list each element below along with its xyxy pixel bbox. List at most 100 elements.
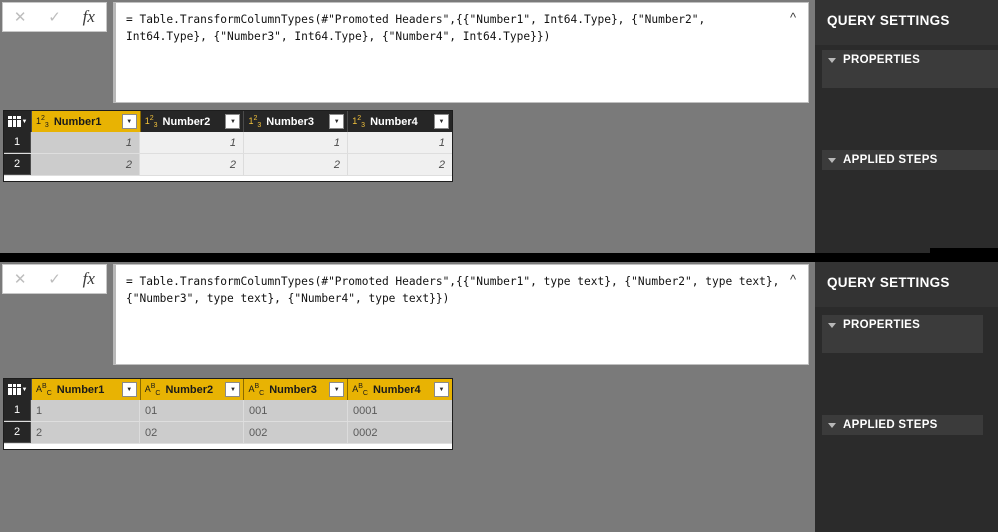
editor-panel-top: ✕ ✓ fx = Table.TransformColumnTypes(#"Pr… [0,0,998,253]
row-number: 1 [4,400,31,421]
filter-dropdown-icon[interactable]: ▼ [225,382,241,397]
grid-header-row: ▼ 123 Number1 ▼ 123 Number2 ▼ 123 Number… [4,111,452,132]
text-type-icon: ABC [352,382,368,397]
filter-dropdown-icon[interactable]: ▼ [121,114,137,129]
cell[interactable]: 0001 [348,400,452,421]
cell[interactable]: 0002 [348,422,452,443]
fx-icon[interactable]: fx [75,266,103,292]
column-header-number3[interactable]: ABC Number3 ▼ [244,379,349,400]
cell[interactable]: 001 [243,400,348,421]
column-header-number4[interactable]: ABC Number4 ▼ [348,379,452,400]
text-type-icon: ABC [248,382,265,397]
query-settings-title: QUERY SETTINGS [827,13,950,28]
properties-section-header[interactable]: PROPERTIES [822,315,920,335]
filter-dropdown-icon[interactable]: ▼ [329,114,345,129]
column-header-number1[interactable]: 123 Number1 ▼ [32,111,141,132]
row-number: 1 [4,132,31,153]
column-name: Number4 [370,115,418,128]
column-name: Number1 [56,383,105,396]
collapse-triangle-icon[interactable] [828,423,836,428]
collapse-triangle-icon[interactable] [828,158,836,163]
properties-section-header[interactable]: PROPERTIES [822,50,920,70]
cell[interactable]: 1 [31,400,140,421]
properties-label: PROPERTIES [843,54,921,66]
column-header-number2[interactable]: ABC Number2 ▼ [140,379,245,400]
query-settings-panel-bottom: QUERY SETTINGS PROPERTIES Name Sheet1 Al… [815,262,998,532]
cell[interactable]: 2 [31,154,140,175]
applied-steps-label: APPLIED STEPS [843,419,938,431]
column-name: Number4 [372,383,421,396]
number-type-icon: 123 [36,114,49,129]
panel-separator [0,253,930,262]
formula-text: = Table.TransformColumnTypes(#"Promoted … [126,13,712,43]
grid-bottom-edge [4,444,452,449]
number-type-icon: 123 [248,114,262,129]
fx-icon[interactable]: fx [75,4,103,30]
table-row[interactable]: 1 1 1 1 1 [4,132,452,154]
cell[interactable]: 1 [348,132,452,153]
formula-bar-buttons-bottom: ✕ ✓ fx [2,264,107,294]
collapse-triangle-icon[interactable] [828,58,836,63]
column-header-number4[interactable]: 123 Number4 ▼ [348,111,452,132]
query-settings-title: QUERY SETTINGS [827,275,950,290]
cell[interactable]: 2 [348,154,452,175]
power-query-editor-screenshot: ✕ ✓ fx = Table.TransformColumnTypes(#"Pr… [0,0,998,532]
formula-input-bottom[interactable]: = Table.TransformColumnTypes(#"Promoted … [113,264,809,365]
grid-header-row: ▼ ABC Number1 ▼ ABC Number2 ▼ ABC Number… [4,379,452,400]
check-icon[interactable]: ✓ [40,4,68,30]
filter-dropdown-icon[interactable]: ▼ [121,382,137,397]
filter-dropdown-icon[interactable]: ▼ [329,382,345,397]
properties-section: PROPERTIES [822,315,983,353]
formula-text: = Table.TransformColumnTypes(#"Promoted … [126,275,787,305]
filter-dropdown-icon[interactable]: ▼ [433,114,449,129]
grid-bottom-edge [4,176,452,181]
check-icon[interactable]: ✓ [40,266,68,292]
number-type-icon: 123 [144,114,158,129]
column-name: Number3 [266,115,314,128]
applied-steps-section-header[interactable]: APPLIED STEPS [822,150,938,170]
row-number: 2 [4,422,31,443]
formula-input-top[interactable]: = Table.TransformColumnTypes(#"Promoted … [113,2,809,103]
filter-dropdown-icon[interactable]: ▼ [433,382,449,397]
table-row[interactable]: 2 2 2 2 2 [4,154,452,176]
data-grid-bottom: ▼ ABC Number1 ▼ ABC Number2 ▼ ABC Number… [3,378,453,450]
column-name: Number3 [269,383,317,396]
table-row[interactable]: 2 2 02 002 0002 [4,422,452,444]
formula-bar-buttons-top: ✕ ✓ fx [2,2,107,32]
cell[interactable]: 002 [243,422,348,443]
column-name: Number1 [53,115,102,128]
column-header-number2[interactable]: 123 Number2 ▼ [140,111,245,132]
applied-steps-section-header[interactable]: APPLIED STEPS [822,415,938,435]
collapse-triangle-icon[interactable] [828,323,836,328]
panel-separator-right [930,248,998,262]
cell[interactable]: 01 [139,400,244,421]
applied-steps-label: APPLIED STEPS [843,154,938,166]
text-type-icon: ABC [36,382,52,397]
filter-dropdown-icon[interactable]: ▼ [225,114,241,129]
cell[interactable]: 02 [139,422,244,443]
cell[interactable]: 1 [140,132,244,153]
select-all-table-icon[interactable]: ▼ [4,379,32,400]
text-type-icon: ABC [144,382,161,397]
applied-steps-section: APPLIED STEPS [822,415,983,435]
cell[interactable]: 2 [31,422,140,443]
close-icon[interactable]: ✕ [6,266,34,292]
row-number: 2 [4,154,31,175]
select-all-table-icon[interactable]: ▼ [4,111,32,132]
cell[interactable]: 2 [140,154,244,175]
column-name: Number2 [162,115,211,128]
cell[interactable]: 1 [31,132,140,153]
column-header-number3[interactable]: 123 Number3 ▼ [244,111,349,132]
cell[interactable]: 2 [244,154,348,175]
number-type-icon: 123 [352,114,366,129]
properties-label: PROPERTIES [843,319,921,331]
chevron-up-icon[interactable]: ^ [785,272,801,288]
close-icon[interactable]: ✕ [6,4,34,30]
column-name: Number2 [165,383,214,396]
query-settings-panel-top: QUERY SETTINGS PROPERTIES Name Sheet1 Al… [815,0,998,253]
chevron-up-icon[interactable]: ^ [785,10,801,26]
applied-steps-section: APPLIED STEPS [822,150,998,170]
cell[interactable]: 1 [244,132,348,153]
column-header-number1[interactable]: ABC Number1 ▼ [32,379,141,400]
table-row[interactable]: 1 1 01 001 0001 [4,400,452,422]
